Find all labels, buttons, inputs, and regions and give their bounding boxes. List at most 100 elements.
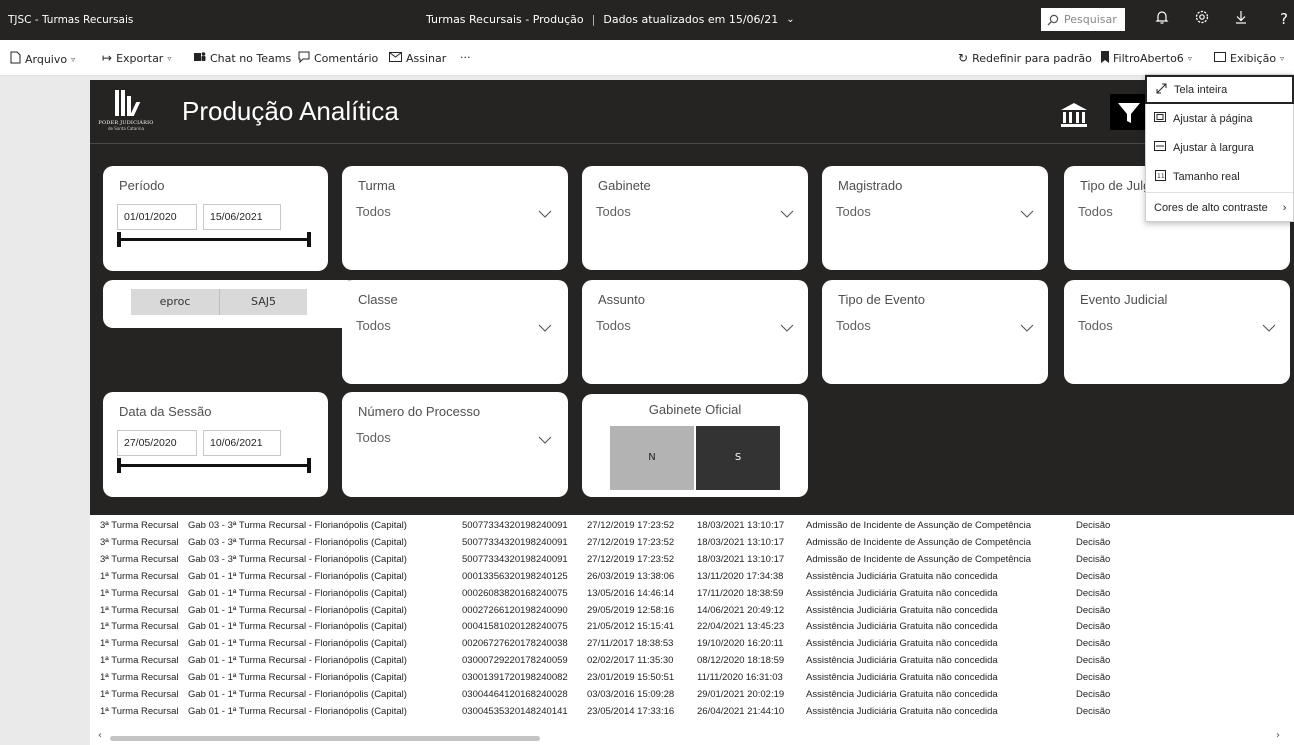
notification-bell-icon[interactable]	[1152, 9, 1172, 30]
menu-item-fit-width[interactable]: Ajustar à largura	[1146, 133, 1293, 162]
data-table[interactable]: 3ª Turma Recursal Gab 03 - 3ª Turma Recur…	[90, 515, 1294, 745]
bookmark-icon	[1101, 51, 1109, 66]
table-row[interactable]: 1ª Turma Recursal Gab 01 - 1ª Turma Recur…	[90, 672, 1294, 686]
scroll-right-arrow-icon[interactable]: ›	[1276, 730, 1280, 741]
chat-in-teams-button[interactable]: Chat no Teams	[193, 51, 291, 66]
evento-judicial-dropdown[interactable]: Todos	[1078, 318, 1276, 340]
data-sessao-end-date[interactable]: 10/06/2021	[203, 430, 281, 456]
table-row[interactable]: 1ª Turma Recursal Gab 01 - 1ª Turma Recur…	[90, 706, 1294, 720]
processo-cell: 03001391720198240082	[462, 672, 568, 684]
data-autuacao-cell: 21/05/2012 15:15:41	[587, 621, 675, 633]
tipo-julgamento-label: Tipo de Julg	[1080, 178, 1151, 193]
reset-to-default-label: Redefinir para padrão	[972, 51, 1092, 65]
table-row[interactable]: 1ª Turma Recursal Gab 01 - 1ª Turma Recur…	[90, 638, 1294, 652]
chevron-down-icon	[1262, 320, 1276, 335]
table-row[interactable]: 3ª Turma Recursal Gab 03 - 3ª Turma Recur…	[90, 537, 1294, 551]
svg-text:11: 11	[1157, 173, 1165, 180]
sistema-option-saj5[interactable]: SAJ5	[219, 289, 307, 315]
reset-to-default-button[interactable]: ↻ Redefinir para padrão	[958, 51, 1092, 65]
data-autuacao-cell: 13/05/2016 14:46:14	[587, 587, 675, 599]
courthouse-icon[interactable]	[1060, 102, 1088, 135]
table-row[interactable]: 1ª Turma Recursal Gab 01 - 1ª Turma Recur…	[90, 605, 1294, 619]
data-autuacao-cell: 27/12/2019 17:23:52	[587, 553, 675, 565]
chevron-down-icon[interactable]: ⌄	[786, 14, 794, 25]
turma-cell: 1ª Turma Recursal	[100, 621, 179, 633]
tipo-cell: Decisão	[1076, 621, 1111, 633]
chevron-right-icon: ›	[1282, 201, 1287, 214]
data-autuacao-cell: 27/12/2019 17:23:52	[587, 536, 675, 548]
turma-cell: 1ª Turma Recursal	[100, 604, 179, 616]
magistrado-dropdown[interactable]: Todos	[836, 204, 1034, 226]
data-sessao-start-date[interactable]: 27/05/2020	[117, 430, 197, 456]
table-row[interactable]: 1ª Turma Recursal Gab 01 - 1ª Turma Recur…	[90, 571, 1294, 585]
menu-item-high-contrast[interactable]: Cores de alto contraste ›	[1146, 193, 1293, 222]
gabinete-dropdown[interactable]: Todos	[596, 204, 794, 226]
tipo-evento-dropdown[interactable]: Todos	[836, 318, 1034, 340]
filter-pane-button[interactable]	[1110, 94, 1148, 130]
evento-cell: Assistência Judiciária Gratuita não conc…	[806, 638, 998, 650]
chat-in-teams-label: Chat no Teams	[210, 52, 292, 65]
periodo-start-date[interactable]: 01/01/2020	[117, 204, 197, 230]
tjsc-logo: PODER JUDICIÁRIO de Santa Catarina	[96, 88, 156, 140]
scrollbar-thumb[interactable]	[110, 736, 540, 741]
menu-item-fullscreen[interactable]: Tela inteira	[1145, 75, 1294, 104]
more-options-button[interactable]: ···	[460, 51, 471, 64]
bookmarks-button[interactable]: FiltroAberto6 ▿	[1101, 51, 1192, 66]
view-dropdown-menu: Tela inteira Ajustar à página Ajustar à …	[1145, 74, 1294, 222]
evento-cell: Admissão de Incidente de Assunção de Com…	[806, 536, 1031, 548]
settings-gear-icon[interactable]	[1192, 9, 1212, 30]
numero-processo-label: Número do Processo	[358, 404, 481, 419]
table-row[interactable]: 1ª Turma Recursal Gab 01 - 1ª Turma Recur…	[90, 588, 1294, 602]
help-icon[interactable]: ?	[1274, 9, 1294, 29]
scroll-left-arrow-icon[interactable]: ‹	[98, 730, 102, 741]
export-menu-button[interactable]: ↦ Exportar ▿	[102, 51, 171, 65]
evento-cell: Assistência Judiciária Gratuita não conc…	[806, 587, 998, 599]
gabinete-oficial-option-s[interactable]: S	[696, 426, 780, 490]
gabinete-value: Todos	[596, 204, 631, 219]
data-sessao-slider-track[interactable]	[119, 464, 311, 467]
envelope-icon	[389, 51, 402, 65]
turma-dropdown[interactable]: Todos	[356, 204, 552, 226]
periodo-slider-end-handle[interactable]	[307, 232, 311, 247]
processo-cell: 03004464120168240028	[462, 689, 568, 700]
data-evento-cell: 11/11/2020 16:31:03	[697, 672, 783, 684]
periodo-slider-track[interactable]	[119, 238, 311, 241]
table-row[interactable]: 3ª Turma Recursal Gab 03 - 3ª Turma Recur…	[90, 520, 1294, 534]
menu-item-actual-size[interactable]: 11 Tamanho real	[1146, 162, 1293, 191]
table-row[interactable]: 1ª Turma Recursal Gab 01 - 1ª Turma Recur…	[90, 621, 1294, 635]
menu-item-fit-page[interactable]: Ajustar à página	[1146, 104, 1293, 133]
gabinete-cell: Gab 01 - 1ª Turma Recursal - Florianópol…	[188, 621, 407, 633]
download-icon[interactable]	[1231, 9, 1251, 30]
fit-width-icon	[1154, 141, 1166, 154]
chevron-down-icon: ▿	[167, 53, 172, 63]
report-title: Produção Analítica	[182, 96, 399, 126]
view-menu-button[interactable]: Exibição ▿	[1214, 51, 1284, 65]
horizontal-scrollbar[interactable]: ‹ ›	[90, 730, 1294, 745]
table-row[interactable]: 3ª Turma Recursal Gab 03 - 3ª Turma Recur…	[90, 554, 1294, 568]
table-row[interactable]: 1ª Turma Recursal Gab 01 - 1ª Turma Recur…	[90, 655, 1294, 669]
subscribe-button[interactable]: Assinar	[389, 51, 446, 65]
periodo-slider-start-handle[interactable]	[117, 232, 121, 247]
periodo-end-date[interactable]: 15/06/2021	[203, 204, 281, 230]
app-name[interactable]: TJSC - Turmas Recursais	[8, 14, 133, 26]
data-sessao-slider-start-handle[interactable]	[117, 458, 121, 473]
data-sessao-slider-end-handle[interactable]	[307, 458, 311, 473]
comment-button[interactable]: Comentário	[298, 51, 378, 66]
data-sessao-slicer: Data da Sessão 27/05/2020 10/06/2021	[103, 392, 328, 497]
filter-funnel-icon	[1118, 103, 1140, 123]
report-info[interactable]: Turmas Recursais - Produção | Dados atua…	[426, 13, 795, 26]
turma-cell: 1ª Turma Recursal	[100, 689, 179, 700]
gabinete-oficial-option-n[interactable]: N	[610, 426, 694, 490]
search-input[interactable]: Pesquisar	[1041, 8, 1125, 31]
chevron-down-icon	[538, 432, 552, 447]
tipo-cell: Decisão	[1076, 536, 1111, 548]
table-row[interactable]: 1ª Turma Recursal Gab 01 - 1ª Turma Recur…	[90, 689, 1294, 703]
sistema-option-eproc[interactable]: eproc	[131, 289, 219, 315]
processo-cell: 50077334320198240091	[462, 520, 568, 531]
numero-processo-dropdown[interactable]: Todos	[356, 430, 552, 452]
tipo-evento-slicer: Tipo de Evento Todos	[822, 280, 1048, 384]
assunto-dropdown[interactable]: Todos	[596, 318, 794, 340]
file-menu-button[interactable]: Arquivo ▿	[10, 51, 75, 67]
chevron-down-icon	[1020, 206, 1034, 221]
classe-dropdown[interactable]: Todos	[356, 318, 552, 340]
